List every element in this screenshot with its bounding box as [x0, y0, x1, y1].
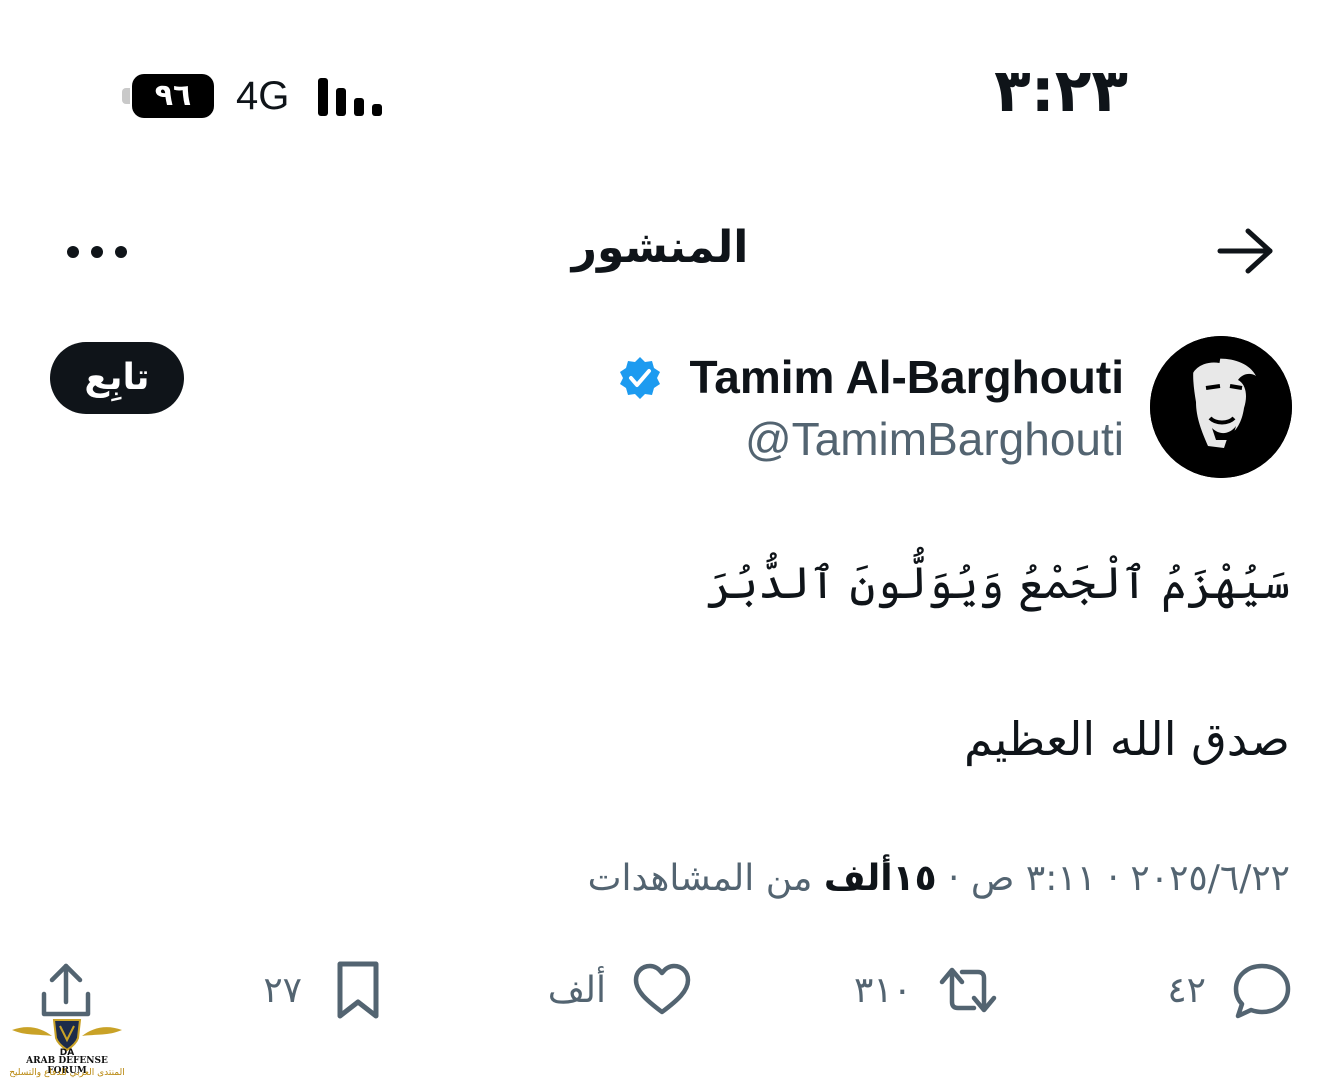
meta-separator: ·	[1107, 858, 1119, 899]
more-dots-icon[interactable]	[66, 244, 128, 260]
battery-nub	[122, 88, 130, 104]
views-count[interactable]: ١٥ألف	[824, 858, 937, 899]
status-time: ٣:٢٣	[994, 56, 1128, 126]
like-count: ألف	[547, 969, 606, 1011]
tweet-date: ٢٠٢٥/٦/٢٢	[1130, 858, 1290, 899]
reply-count: ٤٢	[1167, 969, 1206, 1011]
tweet-meta: ٢٠٢٥/٦/٢٢ · ٣:١١ ص · ١٥ألف من المشاهدات	[588, 858, 1290, 899]
retweet-icon	[939, 967, 997, 1013]
meta-separator: ·	[948, 858, 960, 899]
forum-logo-icon: DA	[12, 1019, 122, 1058]
forum-name-ar: المنتدى العربي للدفاع والتسليح	[9, 1068, 125, 1078]
avatar-portrait-icon	[1150, 336, 1292, 478]
bookmark-action[interactable]: ٢٧	[263, 960, 388, 1020]
retweet-action[interactable]: ٣١٠	[854, 960, 998, 1020]
views-label: من المشاهدات	[587, 858, 813, 899]
network-type: 4G	[236, 74, 290, 118]
battery-level: ٩٦	[132, 74, 214, 118]
bookmark-icon	[337, 961, 379, 1019]
page-title: المنشور	[571, 222, 749, 273]
tweet-time: ٣:١١ ص	[970, 858, 1097, 899]
reply-action[interactable]: ٤٢	[1167, 960, 1292, 1020]
battery-indicator: ٩٦	[118, 74, 218, 118]
reply-icon	[1233, 963, 1291, 1019]
avatar[interactable]	[1150, 336, 1292, 478]
like-action[interactable]: ألف	[548, 960, 692, 1020]
tweet-verse: سَيُهْزَمُ ٱلْجَمْعُ وَيُوَلُّونَ ٱلدُّب…	[706, 558, 1290, 609]
user-handle[interactable]: @TamimBarghouti	[745, 412, 1124, 466]
tweet-closing-line: صدق الله العظيم	[963, 712, 1290, 766]
verified-badge-icon	[620, 357, 660, 399]
display-name[interactable]: Tamim Al-Barghouti	[690, 350, 1124, 404]
follow-button[interactable]: تابِع	[50, 342, 184, 414]
heart-icon	[633, 963, 691, 1015]
retweet-count: ٣١٠	[853, 969, 912, 1011]
signal-bars-icon	[318, 78, 382, 116]
forum-monogram: DA	[60, 1048, 74, 1056]
forum-watermark: DA ARAB DEFENSE FORUM المنتدى العربي للد…	[8, 1010, 126, 1082]
bookmark-count: ٢٧	[263, 969, 302, 1011]
